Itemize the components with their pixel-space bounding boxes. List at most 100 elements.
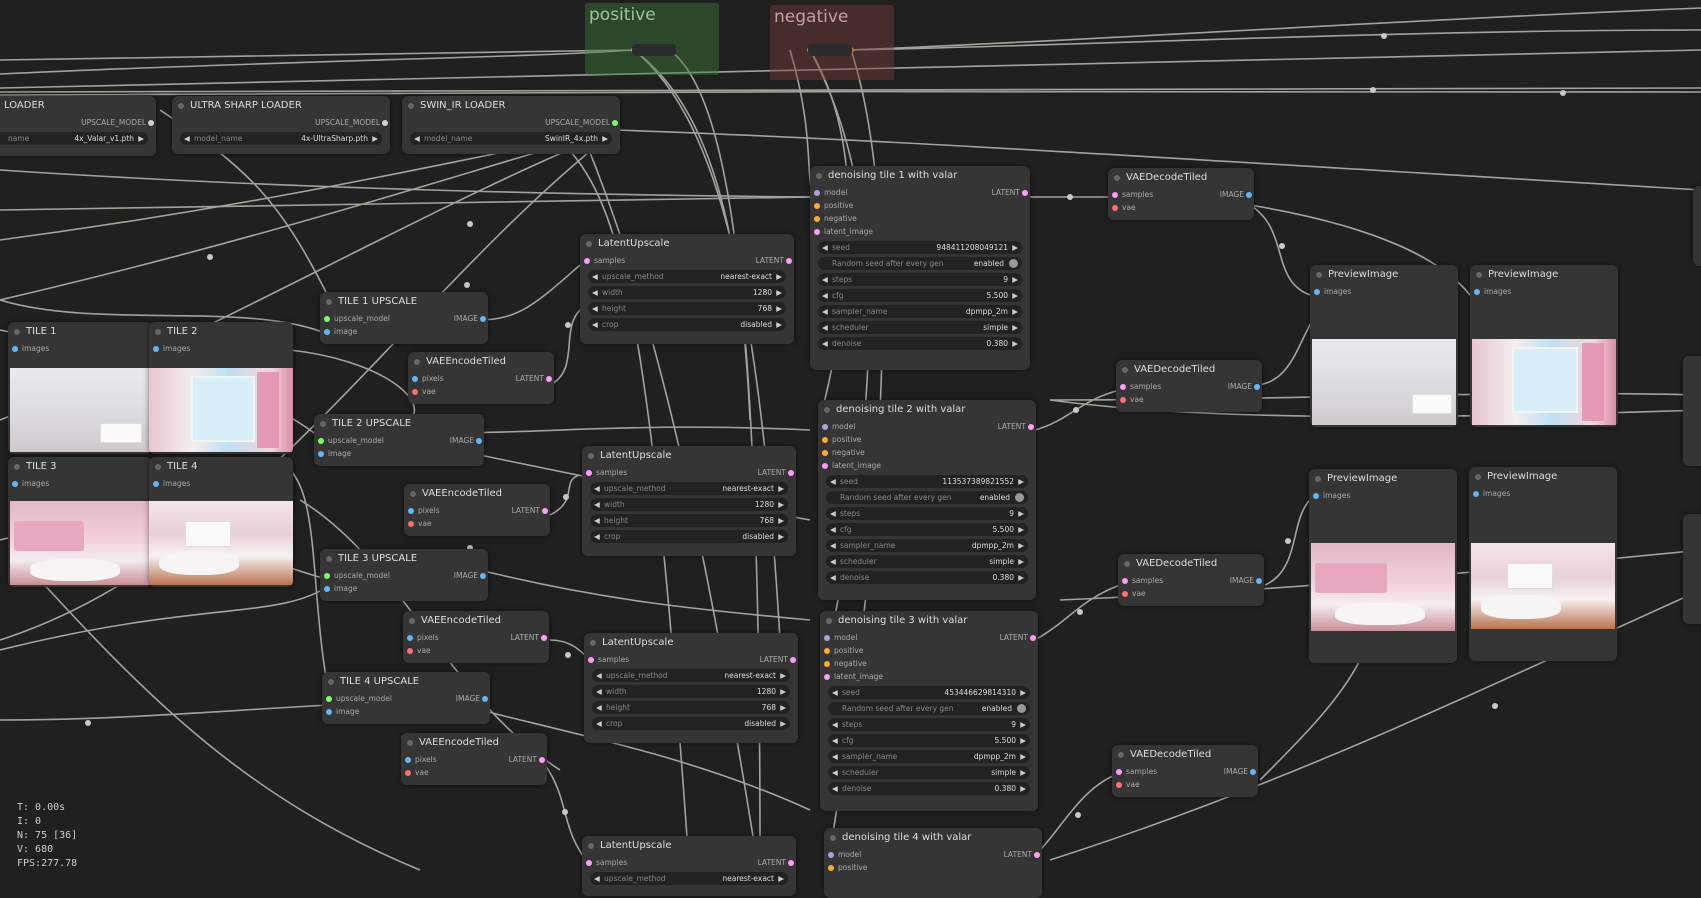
denoise-field[interactable]: ◀ denoise 0.380 ▶ — [826, 571, 1028, 584]
tile-3-upscale-node[interactable]: TILE 3 UPSCALE upscale_model IMAGE image — [320, 549, 488, 601]
crop-combo[interactable]: ◀ crop disabled ▶ — [590, 530, 788, 543]
height-field[interactable]: ◀ height 768 ▶ — [590, 514, 788, 527]
random-seed-toggle[interactable]: Random seed after every gen enabled — [828, 702, 1030, 715]
node-title[interactable]: TILE 1 UPSCALE — [320, 292, 488, 312]
node-title[interactable]: TILE 2 — [149, 322, 293, 342]
arrow-left-icon[interactable]: ◀ — [414, 132, 420, 145]
preview-image-node[interactable]: PreviewImage images — [1309, 469, 1457, 663]
seed-field[interactable]: ◀ seed 453446629814310 ▶ — [828, 686, 1030, 699]
vae-encode-tiled-node[interactable]: VAEEncodeTiled pixels LATENT vae — [408, 352, 554, 404]
latent-upscale-node[interactable]: LatentUpscale samples LATENT ◀ upscale_met… — [582, 446, 796, 556]
scheduler-combo[interactable]: ◀ scheduler simple ▶ — [818, 321, 1022, 334]
vae-decode-tiled-node[interactable]: VAEDecodeTiled samples IMAGE vae — [1108, 168, 1254, 220]
node-title[interactable]: LatentUpscale — [582, 836, 796, 856]
latent-upscale-node[interactable]: LatentUpscale samples LATENT ◀ upscale_met… — [584, 633, 798, 743]
swin-ir-loader-node[interactable]: SWIN_IR LOADER UPSCALE_MODEL ◀ model_name… — [402, 96, 620, 154]
tile-4-node[interactable]: TILE 4 images — [149, 457, 293, 587]
offscreen-node[interactable] — [1693, 186, 1701, 266]
denoise-field[interactable]: ◀ denoise 0.380 ▶ — [818, 337, 1022, 350]
model-name-combo[interactable]: ◀ model_name 4x-UltraSharp.pth ▶ — [180, 132, 382, 145]
crop-combo[interactable]: ◀ crop disabled ▶ — [588, 318, 786, 331]
seed-field[interactable]: ◀ seed 113537389821552 ▶ — [826, 475, 1028, 488]
vae-decode-tiled-node[interactable]: VAEDecodeTiled samples IMAGE vae — [1118, 554, 1264, 606]
steps-field[interactable]: ◀ steps 9 ▶ — [818, 273, 1022, 286]
upscale-method-combo[interactable]: ◀ upscale_method nearest-exact ▶ — [592, 669, 790, 682]
node-title[interactable]: TILE 2 UPSCALE — [314, 414, 484, 434]
tile-3-node[interactable]: TILE 3 images — [8, 457, 152, 587]
vae-decode-tiled-node[interactable]: VAEDecodeTiled samples IMAGE vae — [1116, 360, 1262, 412]
vae-encode-tiled-node[interactable]: VAEEncodeTiled pixels LATENT vae — [403, 611, 549, 663]
upscale-model-loader-node[interactable]: LOADER UPSCALE_MODEL name 4x_Valar_v1.pth… — [0, 96, 156, 156]
tile-4-upscale-node[interactable]: TILE 4 UPSCALE upscale_model IMAGE image — [322, 672, 490, 724]
scheduler-combo[interactable]: ◀ scheduler simple ▶ — [828, 766, 1030, 779]
tile-2-node[interactable]: TILE 2 images — [149, 322, 293, 454]
sampler-name-combo[interactable]: ◀ sampler_name dpmpp_2m ▶ — [828, 750, 1030, 763]
sampler-name-combo[interactable]: ◀ sampler_name dpmpp_2m ▶ — [818, 305, 1022, 318]
upscale-method-combo[interactable]: ◀ upscale_method nearest-exact ▶ — [590, 872, 788, 885]
ultra-sharp-loader-node[interactable]: ULTRA SHARP LOADER UPSCALE_MODEL ◀ model_… — [172, 96, 390, 154]
node-title[interactable]: LatentUpscale — [580, 234, 794, 254]
node-title[interactable]: denoising tile 1 with valar — [810, 166, 1030, 186]
scheduler-combo[interactable]: ◀ scheduler simple ▶ — [826, 555, 1028, 568]
positive-reroute[interactable] — [632, 44, 676, 56]
height-field[interactable]: ◀ height 768 ▶ — [592, 701, 790, 714]
node-title[interactable]: VAEDecodeTiled — [1112, 745, 1258, 765]
node-title[interactable]: denoising tile 2 with valar — [818, 400, 1036, 420]
group-negative[interactable]: negative — [770, 5, 894, 80]
model-name-combo[interactable]: ◀ model_name SwinIR_4x.pth ▶ — [410, 132, 612, 145]
steps-field[interactable]: ◀ steps 9 ▶ — [828, 718, 1030, 731]
arrow-right-icon[interactable]: ▶ — [602, 132, 608, 145]
random-seed-toggle[interactable]: Random seed after every gen enabled — [818, 257, 1022, 270]
denoise-field[interactable]: ◀ denoise 0.380 ▶ — [828, 782, 1030, 795]
group-positive[interactable]: positive — [585, 3, 719, 75]
node-title[interactable]: VAEEncodeTiled — [403, 611, 549, 631]
node-title[interactable]: PreviewImage — [1469, 467, 1617, 487]
upscale-method-combo[interactable]: ◀ upscale_method nearest-exact ▶ — [590, 482, 788, 495]
vae-encode-tiled-node[interactable]: VAEEncodeTiled pixels LATENT vae — [404, 484, 550, 536]
crop-combo[interactable]: ◀ crop disabled ▶ — [592, 717, 790, 730]
offscreen-node[interactable] — [1683, 514, 1701, 624]
tile-1-upscale-node[interactable]: TILE 1 UPSCALE upscale_model IMAGE image — [320, 292, 488, 344]
node-title[interactable]: VAEEncodeTiled — [401, 733, 547, 753]
node-title[interactable]: TILE 3 — [8, 457, 152, 477]
random-seed-toggle[interactable]: Random seed after every gen enabled — [826, 491, 1028, 504]
node-title[interactable]: VAEDecodeTiled — [1108, 168, 1254, 188]
node-title[interactable]: VAEEncodeTiled — [404, 484, 550, 504]
node-title[interactable]: VAEEncodeTiled — [408, 352, 554, 372]
tile-2-upscale-node[interactable]: TILE 2 UPSCALE upscale_model IMAGE image — [314, 414, 484, 466]
preview-image-node[interactable]: PreviewImage images — [1310, 265, 1458, 427]
sampler-name-combo[interactable]: ◀ sampler_name dpmpp_2m ▶ — [826, 539, 1028, 552]
preview-image-node[interactable]: PreviewImage images — [1469, 467, 1617, 661]
seed-field[interactable]: ◀ seed 948411208049121 ▶ — [818, 241, 1022, 254]
cfg-field[interactable]: ◀ cfg 5.500 ▶ — [828, 734, 1030, 747]
preview-image-node[interactable]: PreviewImage images — [1470, 265, 1618, 427]
node-title[interactable]: PreviewImage — [1470, 265, 1618, 285]
tile-1-node[interactable]: TILE 1 images — [8, 322, 152, 454]
arrow-right-icon[interactable]: ▶ — [372, 132, 378, 145]
node-title[interactable]: VAEDecodeTiled — [1118, 554, 1264, 574]
node-title[interactable]: TILE 4 UPSCALE — [322, 672, 490, 692]
arrow-right-icon[interactable]: ▶ — [138, 132, 144, 145]
vae-decode-tiled-node[interactable]: VAEDecodeTiled samples IMAGE vae — [1112, 745, 1258, 797]
node-title[interactable]: PreviewImage — [1309, 469, 1457, 489]
node-title[interactable]: denoising tile 4 with valar — [824, 828, 1042, 848]
cfg-field[interactable]: ◀ cfg 5.500 ▶ — [818, 289, 1022, 302]
arrow-left-icon[interactable]: ◀ — [184, 132, 190, 145]
node-title[interactable]: SWIN_IR LOADER — [402, 96, 620, 116]
node-title[interactable]: denoising tile 3 with valar — [820, 611, 1038, 631]
latent-upscale-node[interactable]: LatentUpscale samples LATENT ◀ upscale_met… — [580, 234, 794, 344]
height-field[interactable]: ◀ height 768 ▶ — [588, 302, 786, 315]
node-title[interactable]: TILE 4 — [149, 457, 293, 477]
node-title[interactable]: TILE 1 — [8, 322, 152, 342]
steps-field[interactable]: ◀ steps 9 ▶ — [826, 507, 1028, 520]
node-title[interactable]: TILE 3 UPSCALE — [320, 549, 488, 569]
width-field[interactable]: ◀ width 1280 ▶ — [592, 685, 790, 698]
vae-encode-tiled-node[interactable]: VAEEncodeTiled pixels LATENT vae — [401, 733, 547, 785]
node-canvas[interactable]: positive negative LOADER UPSCALE_MODEL n… — [0, 0, 1701, 898]
ksampler-tile-3-node[interactable]: denoising tile 3 with valar model LATENT … — [820, 611, 1038, 811]
ksampler-tile-4-node[interactable]: denoising tile 4 with valar model LATENT … — [824, 828, 1042, 898]
negative-reroute[interactable] — [808, 44, 852, 56]
node-title[interactable]: LatentUpscale — [584, 633, 798, 653]
width-field[interactable]: ◀ width 1280 ▶ — [590, 498, 788, 511]
node-title[interactable]: ULTRA SHARP LOADER — [172, 96, 390, 116]
